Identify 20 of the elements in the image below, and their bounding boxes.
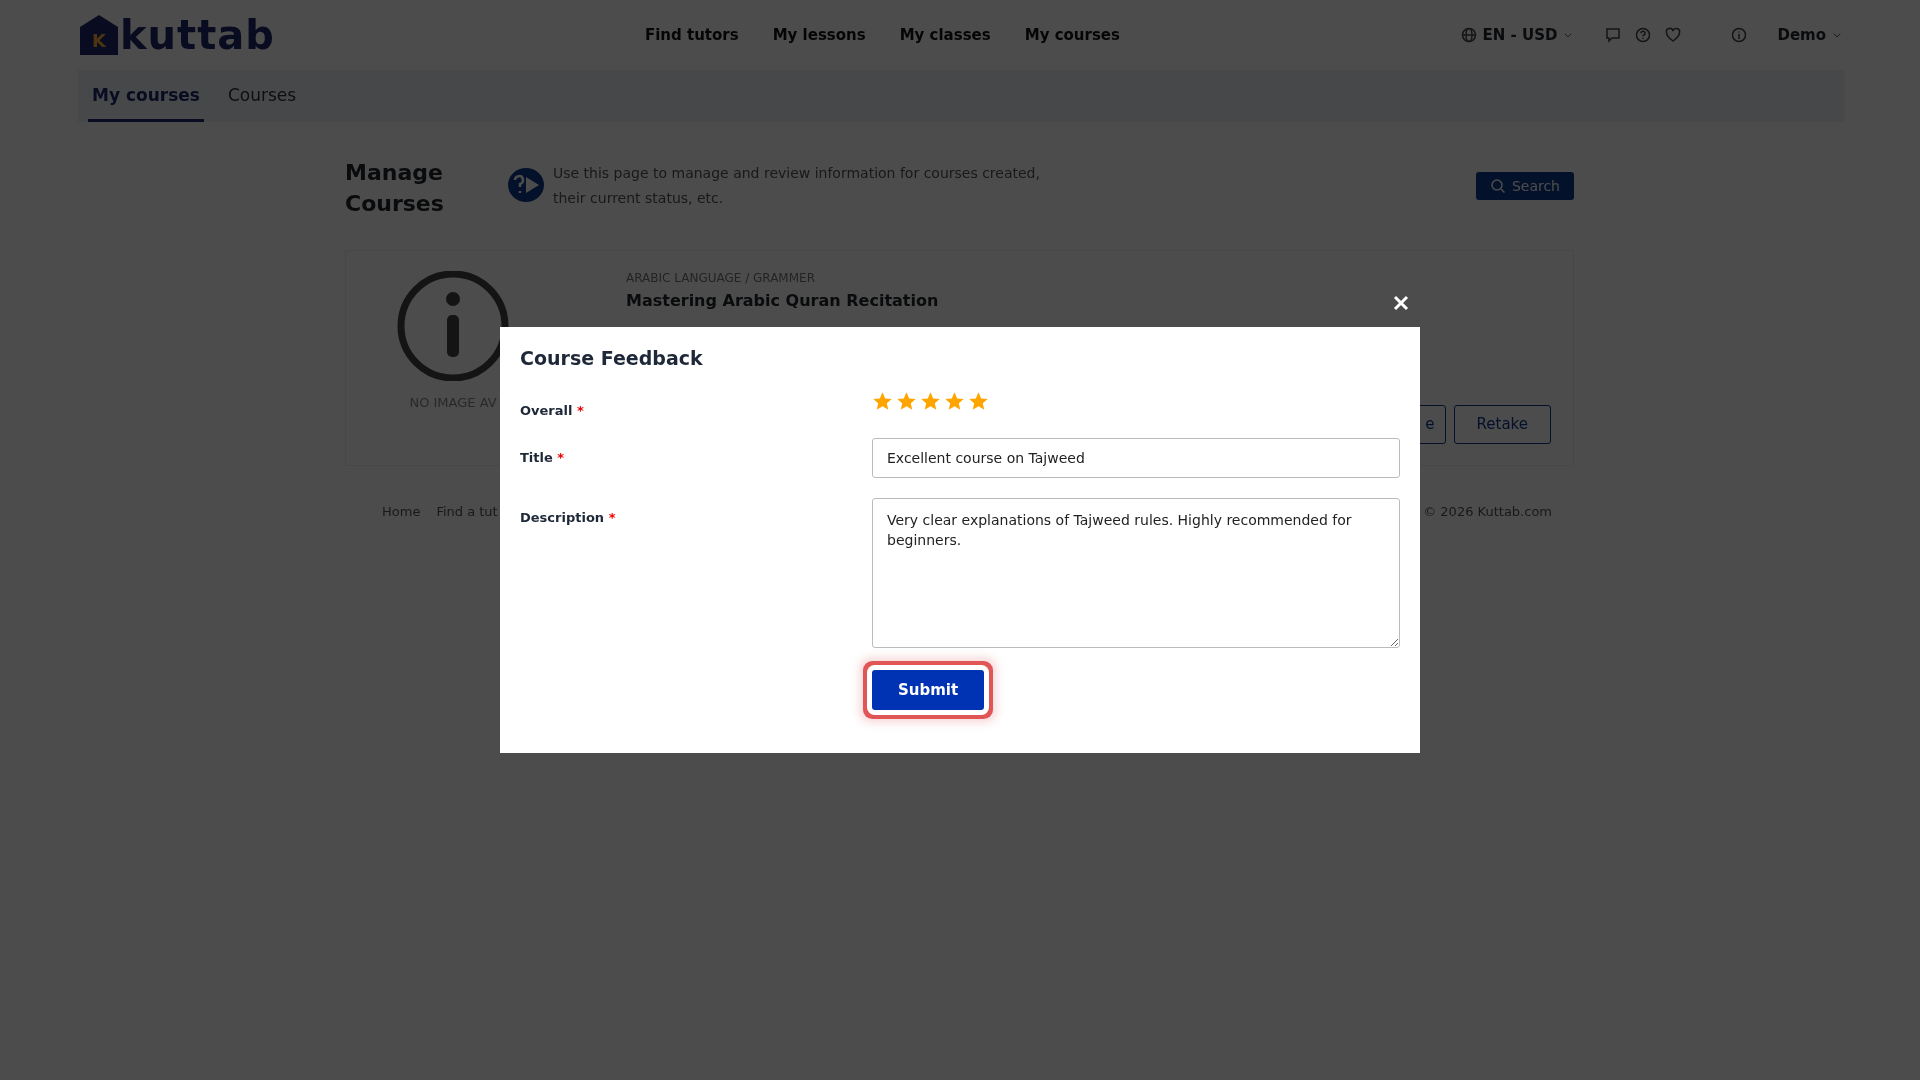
page-title: Manage Courses bbox=[345, 159, 445, 218]
title-field[interactable]: Excellent course on Tajweed bbox=[872, 438, 1400, 478]
description-field[interactable]: Very clear explanations of Tajweed rules. Highly recommended for beginners. bbox=[872, 498, 1400, 648]
overall-label: Overall * bbox=[520, 402, 584, 418]
dialog-title: Course Feedback bbox=[520, 347, 704, 369]
title-label: Title * bbox=[520, 449, 565, 467]
description-label: Description * bbox=[520, 509, 616, 527]
star-icon[interactable] bbox=[944, 391, 965, 412]
tab[interactable]: Courses bbox=[223, 70, 301, 122]
nav-link[interactable]: My classes bbox=[899, 26, 991, 44]
user-menu[interactable]: Demo bbox=[1777, 26, 1826, 44]
nav-link[interactable]: My lessons bbox=[772, 26, 866, 44]
nav-link[interactable]: My courses bbox=[1024, 26, 1120, 44]
star-icon[interactable] bbox=[968, 391, 989, 412]
language-currency-menu[interactable]: EN - USD bbox=[1482, 26, 1558, 44]
star-icon[interactable] bbox=[872, 391, 893, 412]
star-icon[interactable] bbox=[920, 391, 941, 412]
nav-link[interactable]: Find tutors bbox=[644, 26, 739, 44]
course-title: Mastering Arabic Quran Recitation bbox=[626, 290, 939, 310]
star-icon[interactable] bbox=[896, 391, 917, 412]
